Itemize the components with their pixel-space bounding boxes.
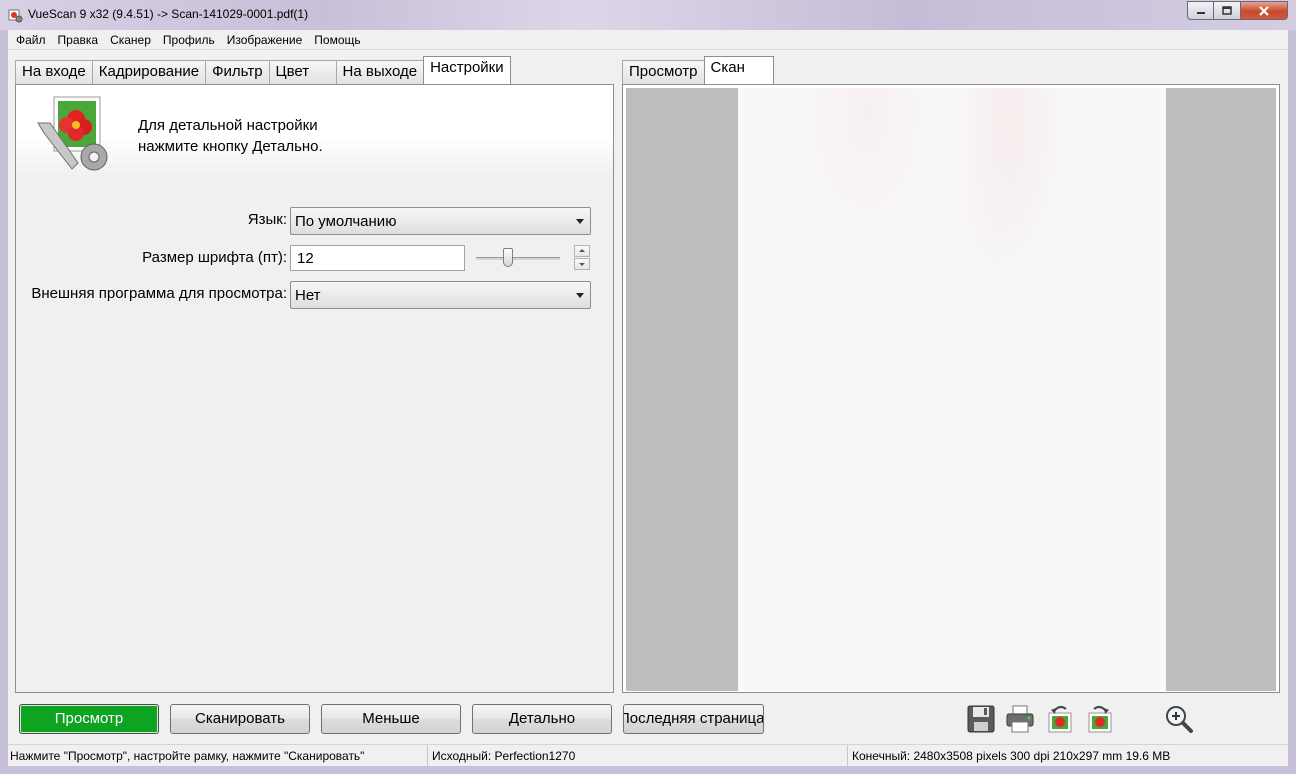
print-icon[interactable] — [1004, 703, 1036, 735]
scan-view-panel — [622, 84, 1280, 693]
language-select[interactable]: По умолчанию — [290, 207, 591, 235]
viewer-label: Внешняя программа для просмотра: — [31, 285, 287, 302]
tab-scan[interactable]: Скан — [703, 56, 774, 84]
tab-input[interactable]: На входе — [15, 60, 93, 84]
scanned-page-image[interactable] — [738, 88, 1166, 691]
font-size-slider-track[interactable] — [476, 257, 560, 260]
menu-file[interactable]: Файл — [10, 30, 52, 50]
banner-text: Для детальной настройки нажмите кнопку Д… — [138, 115, 458, 157]
tab-filter[interactable]: Фильтр — [205, 60, 270, 84]
maximize-icon — [1222, 5, 1232, 15]
menu-scanner[interactable]: Сканер — [104, 30, 157, 50]
viewer-value: Нет — [295, 287, 321, 304]
status-hint: Нажмите "Просмотр", настройте рамку, наж… — [8, 745, 428, 767]
window-client: Файл Правка Сканер Профиль Изображение П… — [8, 30, 1288, 767]
window-title: VueScan 9 x32 (9.4.51) -> Scan-141029-00… — [28, 7, 309, 21]
rotate-right-icon[interactable] — [1084, 703, 1116, 735]
window-controls — [1187, 1, 1288, 20]
language-value: По умолчанию — [295, 213, 397, 230]
spin-up-button[interactable] — [574, 245, 590, 257]
status-output: Конечный: 2480x3508 pixels 300 dpi 210x2… — [852, 749, 1171, 763]
app-icon[interactable] — [7, 7, 23, 23]
scan-button[interactable]: Сканировать — [170, 704, 310, 734]
scan-canvas[interactable] — [626, 88, 1276, 691]
maximize-button[interactable] — [1214, 1, 1241, 20]
tab-settings[interactable]: Настройки — [423, 56, 511, 84]
settings-panel: Для детальной настройки нажмите кнопку Д… — [15, 84, 614, 693]
tab-preview[interactable]: Просмотр — [622, 60, 705, 84]
close-icon — [1259, 5, 1269, 16]
settings-tools-icon — [37, 96, 108, 171]
font-size-row: Размер шрифта (пт): 12 — [16, 245, 613, 273]
less-button[interactable]: Меньше — [321, 704, 461, 734]
font-size-input[interactable]: 12 — [290, 245, 465, 271]
save-icon[interactable] — [965, 703, 997, 735]
minimize-icon — [1196, 11, 1205, 14]
tab-color[interactable]: Цвет — [268, 60, 337, 84]
language-label: Язык: — [247, 211, 287, 228]
spin-down-button[interactable] — [574, 258, 590, 270]
rotate-left-icon[interactable] — [1044, 703, 1076, 735]
info-banner: Для детальной настройки нажмите кнопку Д… — [16, 85, 613, 177]
minimize-button[interactable] — [1187, 1, 1214, 20]
font-size-spinner — [574, 245, 590, 270]
chevron-down-icon — [576, 293, 584, 298]
viewer-select[interactable]: Нет — [290, 281, 591, 309]
language-row: Язык: По умолчанию — [16, 207, 613, 235]
banner-line-2: нажмите кнопку Детально. — [138, 138, 323, 155]
font-size-label: Размер шрифта (пт): — [142, 249, 287, 266]
menu-help[interactable]: Помощь — [308, 30, 366, 50]
chevron-down-icon — [576, 219, 584, 224]
menu-edit[interactable]: Правка — [52, 30, 105, 50]
status-source: Исходный: Perfection1270 — [430, 745, 848, 767]
banner-line-1: Для детальной настройки — [138, 117, 318, 134]
status-bar: Нажмите "Просмотр", настройте рамку, наж… — [8, 744, 1288, 767]
title-bar: VueScan 9 x32 (9.4.51) -> Scan-141029-00… — [0, 0, 1296, 30]
tab-output[interactable]: На выходе — [335, 60, 425, 84]
menu-profile[interactable]: Профиль — [157, 30, 221, 50]
viewer-row: Внешняя программа для просмотра: Нет — [16, 281, 613, 309]
close-button[interactable] — [1241, 1, 1288, 20]
font-size-slider-thumb[interactable] — [503, 248, 513, 267]
zoom-in-icon[interactable] — [1163, 703, 1195, 735]
menu-bar: Файл Правка Сканер Профиль Изображение П… — [8, 30, 1288, 50]
more-button[interactable]: Детально — [472, 704, 612, 734]
right-tabstrip: Просмотр Скан — [622, 56, 774, 84]
tab-crop[interactable]: Кадрирование — [91, 60, 207, 84]
left-tabstrip: На входе Кадрирование Фильтр Цвет На вых… — [15, 56, 511, 84]
menu-image[interactable]: Изображение — [221, 30, 309, 50]
last-page-button[interactable]: Последняя страница — [623, 704, 764, 734]
preview-button[interactable]: Просмотр — [19, 704, 159, 734]
